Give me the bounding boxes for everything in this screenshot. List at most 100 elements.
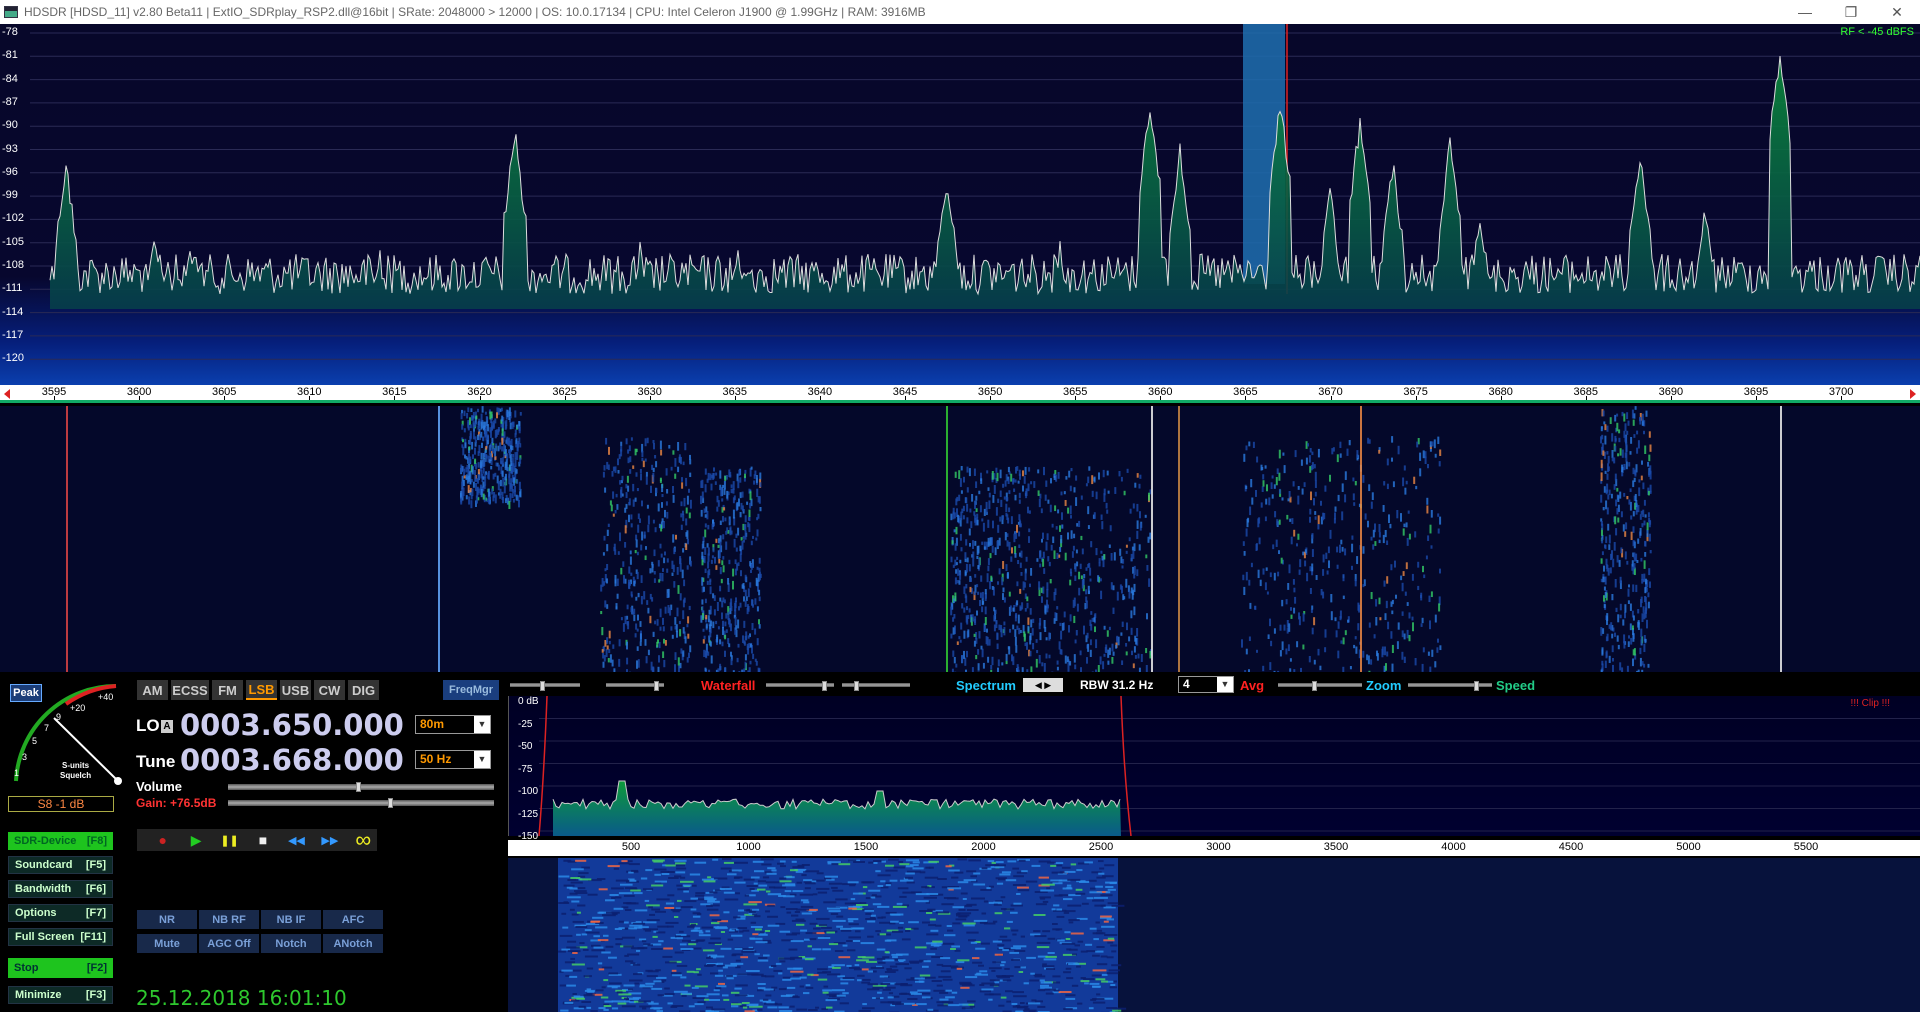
step-value: 50 Hz: [420, 752, 452, 766]
audio-db-tick-label: 0 dB: [518, 696, 539, 707]
audio-freq-tick-label: 3500: [1323, 841, 1349, 853]
waterfall-image: [66, 406, 1782, 672]
mode-usb-button[interactable]: USB: [280, 680, 311, 700]
spectrum-slider-1[interactable]: [766, 681, 834, 691]
slider-thumb[interactable]: [1474, 681, 1479, 691]
record-icon[interactable]: ●: [149, 831, 176, 849]
afc-button[interactable]: AFC: [323, 910, 383, 929]
button-label: Full Screen: [15, 931, 75, 943]
mode-cw-button[interactable]: CW: [314, 680, 345, 700]
frequency-axis[interactable]: 3595 3600 3605 3610 3615 3620 3625 3630 3635 3640…: [0, 385, 1920, 403]
spectrum-label: Spectrum: [956, 678, 1016, 693]
rewind-icon[interactable]: ◀◀: [283, 831, 310, 849]
options-button[interactable]: Options [F7]: [8, 904, 113, 922]
slider-thumb[interactable]: [822, 681, 827, 691]
audio-db-tick-label: -100: [518, 786, 539, 797]
audio-db-tick-label: -50: [518, 741, 533, 752]
bandwidth-button[interactable]: Bandwidth [F6]: [8, 880, 113, 898]
freq-tick-mark: [54, 396, 55, 400]
audio-spectrum-display[interactable]: !!! Clip !!!: [508, 695, 1920, 837]
soundcard-button[interactable]: Soundcard [F5]: [8, 856, 113, 874]
speed-slider[interactable]: [1408, 681, 1492, 691]
rbw-stepper[interactable]: ◀ ▶: [1023, 678, 1063, 692]
restore-window-button[interactable]: ❐: [1828, 0, 1874, 24]
s-meter-readout: S8 -1 dB: [8, 796, 114, 812]
gain-thumb[interactable]: [387, 798, 393, 808]
gain-slider[interactable]: [228, 798, 494, 808]
control-panel: 1 3 5 7 9 +20 +40 S-units Squelch Peak S…: [0, 672, 1920, 1012]
mode-fm-button[interactable]: FM: [212, 680, 243, 700]
slider-thumb[interactable]: [854, 681, 859, 691]
nr-button[interactable]: NR: [137, 910, 197, 929]
waterfall-slider-1[interactable]: [510, 681, 580, 691]
button-key: [F7]: [85, 907, 106, 919]
full-screen-button[interactable]: Full Screen [F11]: [8, 928, 113, 946]
slider-thumb[interactable]: [1312, 681, 1317, 691]
audio-frequency-axis[interactable]: 500 1000 1500 2000 2500 3000 3500 4000 4500 5000 5…: [508, 840, 1920, 856]
mode-dig-button[interactable]: DIG: [348, 680, 379, 700]
mode-ecss-button[interactable]: ECSS: [171, 680, 209, 700]
close-window-button[interactable]: ✕: [1874, 0, 1920, 24]
freq-tick-mark: [649, 396, 651, 400]
stop-button[interactable]: Stop [F2]: [8, 958, 113, 978]
mode-am-button[interactable]: AM: [137, 680, 168, 700]
s-scale-1: 1: [14, 768, 19, 778]
freq-tick-mark: [139, 396, 141, 400]
nb-rf-button[interactable]: NB RF: [199, 910, 259, 929]
tune-label: Tune: [136, 752, 176, 771]
button-key: [F6]: [85, 883, 106, 895]
slider-thumb[interactable]: [540, 681, 545, 691]
rf-waterfall-display[interactable]: [0, 406, 1920, 672]
play-icon[interactable]: ▶: [182, 831, 209, 849]
clock-display: 25.12.2018 16:01:10: [136, 986, 347, 1010]
mute-button[interactable]: Mute: [137, 934, 197, 953]
peak-button[interactable]: Peak: [10, 684, 42, 702]
mode-lsb-button[interactable]: LSB: [246, 680, 277, 700]
band-select[interactable]: 80m ▼: [415, 715, 491, 734]
stop-icon[interactable]: ■: [249, 831, 276, 849]
lo-lock-badge[interactable]: A: [161, 720, 173, 733]
sdr-device-button[interactable]: SDR-Device [F8]: [8, 832, 113, 850]
scroll-right-icon[interactable]: [1910, 389, 1916, 399]
anotch-button[interactable]: ANotch: [323, 934, 383, 953]
freq-tick-mark: [394, 396, 396, 400]
agc-button[interactable]: AGC Off: [199, 934, 259, 953]
nb-if-button[interactable]: NB IF: [261, 910, 321, 929]
rf-spectrum-display[interactable]: -78 -81 -84 -87 -90 -93 -96 -99 -102 -105 -108 -111…: [0, 24, 1920, 385]
scroll-left-icon[interactable]: [4, 389, 10, 399]
notch-button[interactable]: Notch: [261, 934, 321, 953]
audio-freq-tick-label: 5000: [1676, 841, 1701, 853]
freq-tick-mark: [1841, 396, 1843, 400]
loop-icon[interactable]: ∞: [350, 827, 377, 852]
s-scale-9: 9: [56, 712, 61, 722]
minimize-button[interactable]: Minimize [F3]: [8, 986, 113, 1004]
title-bar: HDSDR [HDSD_11] v2.80 Beta11 | ExtIO_SDR…: [0, 0, 1920, 24]
db-tick-label: -78: [2, 26, 18, 38]
freq-manager-button[interactable]: FreqMgr: [443, 680, 499, 700]
step-select[interactable]: 50 Hz ▼: [415, 750, 491, 769]
volume-slider[interactable]: [228, 782, 494, 792]
lo-frequency[interactable]: 0003.650.000: [180, 708, 404, 742]
zoom-slider[interactable]: [1278, 681, 1362, 691]
button-key: [F8]: [86, 835, 107, 847]
audio-db-tick-label: -125: [518, 808, 539, 820]
fast-forward-icon[interactable]: ▶▶: [316, 831, 343, 849]
avg-select[interactable]: 4 ▼: [1178, 676, 1234, 693]
db-tick-label: -99: [2, 189, 18, 202]
spectrum-slider-2[interactable]: [842, 681, 910, 691]
audio-freq-tick-label: 1500: [853, 841, 879, 853]
audio-waterfall-display[interactable]: [508, 858, 1920, 1012]
s-scale-5: 5: [32, 736, 37, 746]
rbw-label: RBW 31.2 Hz: [1080, 678, 1154, 692]
button-label: Stop: [14, 962, 39, 974]
pause-icon[interactable]: ❚❚: [216, 831, 243, 849]
db-tick-label: -111: [2, 282, 23, 295]
avg-value: 4: [1183, 677, 1190, 691]
audio-control-bar: Waterfall Spectrum ◀ ▶ RBW 31.2 Hz 4 ▼ A…: [508, 676, 1920, 694]
waterfall-slider-2[interactable]: [606, 681, 664, 691]
volume-thumb[interactable]: [355, 782, 361, 792]
tune-frequency[interactable]: 0003.668.000: [180, 743, 404, 777]
slider-thumb[interactable]: [654, 681, 659, 691]
button-key: [F11]: [80, 931, 106, 943]
minimize-window-button[interactable]: —: [1782, 0, 1828, 24]
